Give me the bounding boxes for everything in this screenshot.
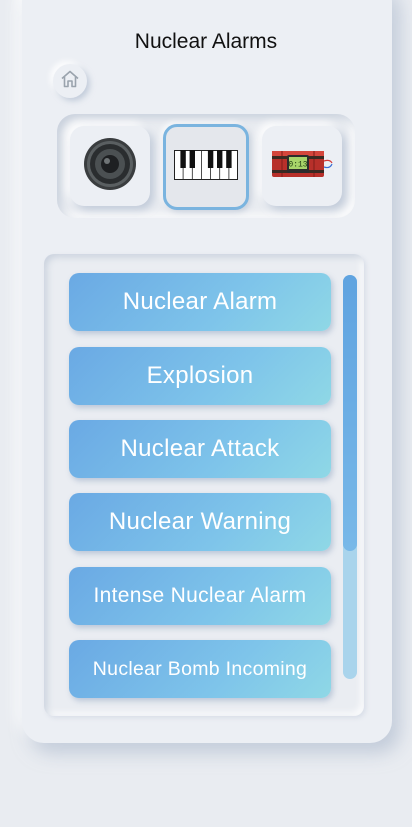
alarm-button-intense-nuclear-alarm[interactable]: Intense Nuclear Alarm: [69, 567, 331, 625]
home-button[interactable]: [53, 64, 87, 98]
alarm-button-nuclear-warning[interactable]: Nuclear Warning: [69, 493, 331, 551]
scrollbar-thumb[interactable]: [343, 275, 357, 551]
sound-option-piano[interactable]: [163, 124, 249, 210]
alarm-button-nuclear-bomb-incoming[interactable]: Nuclear Bomb Incoming: [69, 640, 331, 698]
speaker-icon: [82, 136, 138, 197]
time-bomb-icon: 0:13: [270, 147, 334, 186]
home-icon: [60, 69, 80, 94]
alarm-button-explosion[interactable]: Explosion: [69, 347, 331, 405]
app-screen: Nuclear Alarms 0:13 Nuclear Alarm Explos…: [0, 0, 412, 827]
piano-keys-icon: [174, 149, 238, 185]
page-title: Nuclear Alarms: [134, 30, 278, 53]
sound-option-bomb[interactable]: 0:13: [262, 126, 342, 206]
sound-option-speaker[interactable]: [70, 126, 150, 206]
alarm-button-nuclear-attack[interactable]: Nuclear Attack: [69, 420, 331, 478]
alarm-button-nuclear-alarm[interactable]: Nuclear Alarm: [69, 273, 331, 331]
bomb-timer-text: 0:13: [288, 160, 307, 169]
